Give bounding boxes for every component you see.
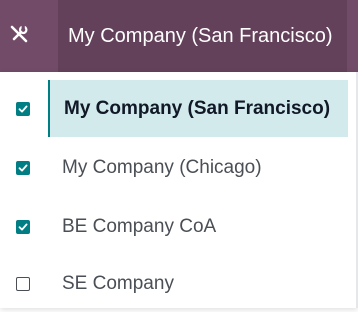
company-checkbox-cell[interactable] (0, 198, 46, 255)
checkbox-checked-icon[interactable] (16, 160, 30, 175)
company-dropdown-menu: My Company (San Francisco) My Company (C… (0, 72, 358, 308)
current-company-label: My Company (San Francisco) (68, 24, 333, 47)
company-name[interactable]: My Company (Chicago) (50, 139, 348, 196)
company-checkbox-cell[interactable] (0, 139, 46, 196)
company-item[interactable]: My Company (San Francisco) (0, 80, 358, 137)
company-item[interactable]: BE Company CoA (0, 198, 358, 255)
company-name[interactable]: SE Company (50, 255, 348, 312)
company-item[interactable]: SE Company (0, 255, 358, 312)
debug-tools-button[interactable] (0, 0, 38, 72)
company-name[interactable]: BE Company CoA (50, 198, 348, 255)
top-navbar: My Company (San Francisco) (0, 0, 358, 72)
company-name[interactable]: My Company (San Francisco) (48, 80, 348, 137)
checkbox-checked-icon[interactable] (16, 101, 30, 116)
tools-icon (9, 24, 29, 49)
company-switcher-toggle[interactable]: My Company (San Francisco) (58, 0, 347, 72)
checkbox-unchecked-icon[interactable] (16, 276, 30, 291)
company-checkbox-cell[interactable] (0, 80, 46, 137)
company-checkbox-cell[interactable] (0, 255, 46, 312)
company-item[interactable]: My Company (Chicago) (0, 139, 358, 196)
checkbox-checked-icon[interactable] (16, 219, 30, 234)
